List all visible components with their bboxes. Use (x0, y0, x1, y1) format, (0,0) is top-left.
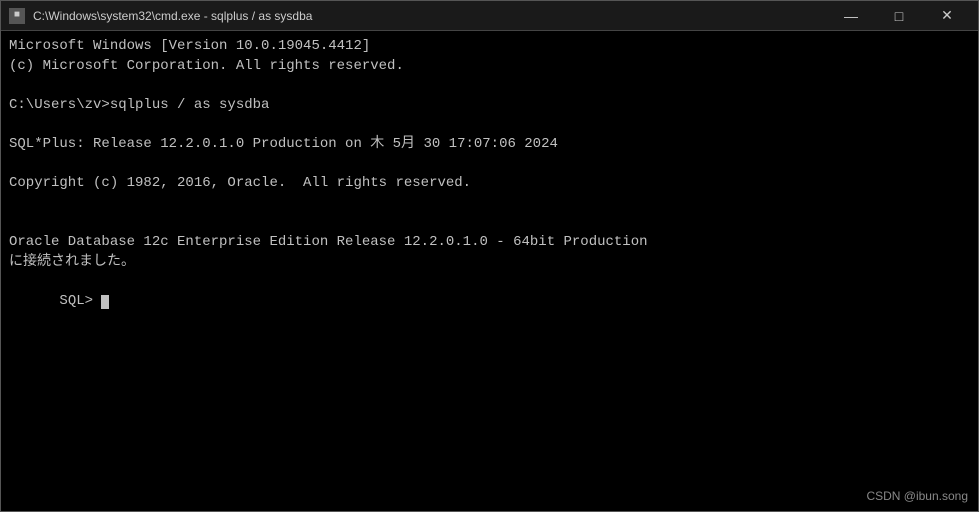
terminal-line-empty (9, 194, 970, 214)
cursor-blink (101, 295, 109, 309)
terminal-line: (c) Microsoft Corporation. All rights re… (9, 57, 970, 77)
terminal-line-empty (9, 115, 970, 135)
cmd-icon: ■ (9, 8, 25, 24)
window-controls: — □ ✕ (828, 1, 970, 31)
terminal-line-empty (9, 213, 970, 233)
terminal-prompt-line: SQL> (9, 272, 970, 331)
title-bar: ■ C:\Windows\system32\cmd.exe - sqlplus … (1, 1, 978, 31)
watermark-text: CSDN @ibun.song (866, 489, 968, 503)
cmd-window: ■ C:\Windows\system32\cmd.exe - sqlplus … (0, 0, 979, 512)
terminal-line: Microsoft Windows [Version 10.0.19045.44… (9, 37, 970, 57)
window-title: C:\Windows\system32\cmd.exe - sqlplus / … (33, 9, 312, 23)
terminal-body[interactable]: Microsoft Windows [Version 10.0.19045.44… (1, 31, 978, 511)
maximize-button[interactable]: □ (876, 1, 922, 31)
terminal-prompt: SQL> (59, 293, 101, 309)
terminal-line: に接続されました。 (9, 253, 970, 273)
terminal-line: SQL*Plus: Release 12.2.0.1.0 Production … (9, 135, 970, 155)
title-bar-left: ■ C:\Windows\system32\cmd.exe - sqlplus … (9, 8, 312, 24)
terminal-line: Oracle Database 12c Enterprise Edition R… (9, 233, 970, 253)
terminal-line: C:\Users\zv>sqlplus / as sysdba (9, 96, 970, 116)
close-button[interactable]: ✕ (924, 1, 970, 31)
terminal-line-empty (9, 76, 970, 96)
terminal-line-empty (9, 155, 970, 175)
terminal-line-copyright: Copyright (c) 1982, 2016, Oracle. All ri… (9, 174, 970, 194)
minimize-button[interactable]: — (828, 1, 874, 31)
